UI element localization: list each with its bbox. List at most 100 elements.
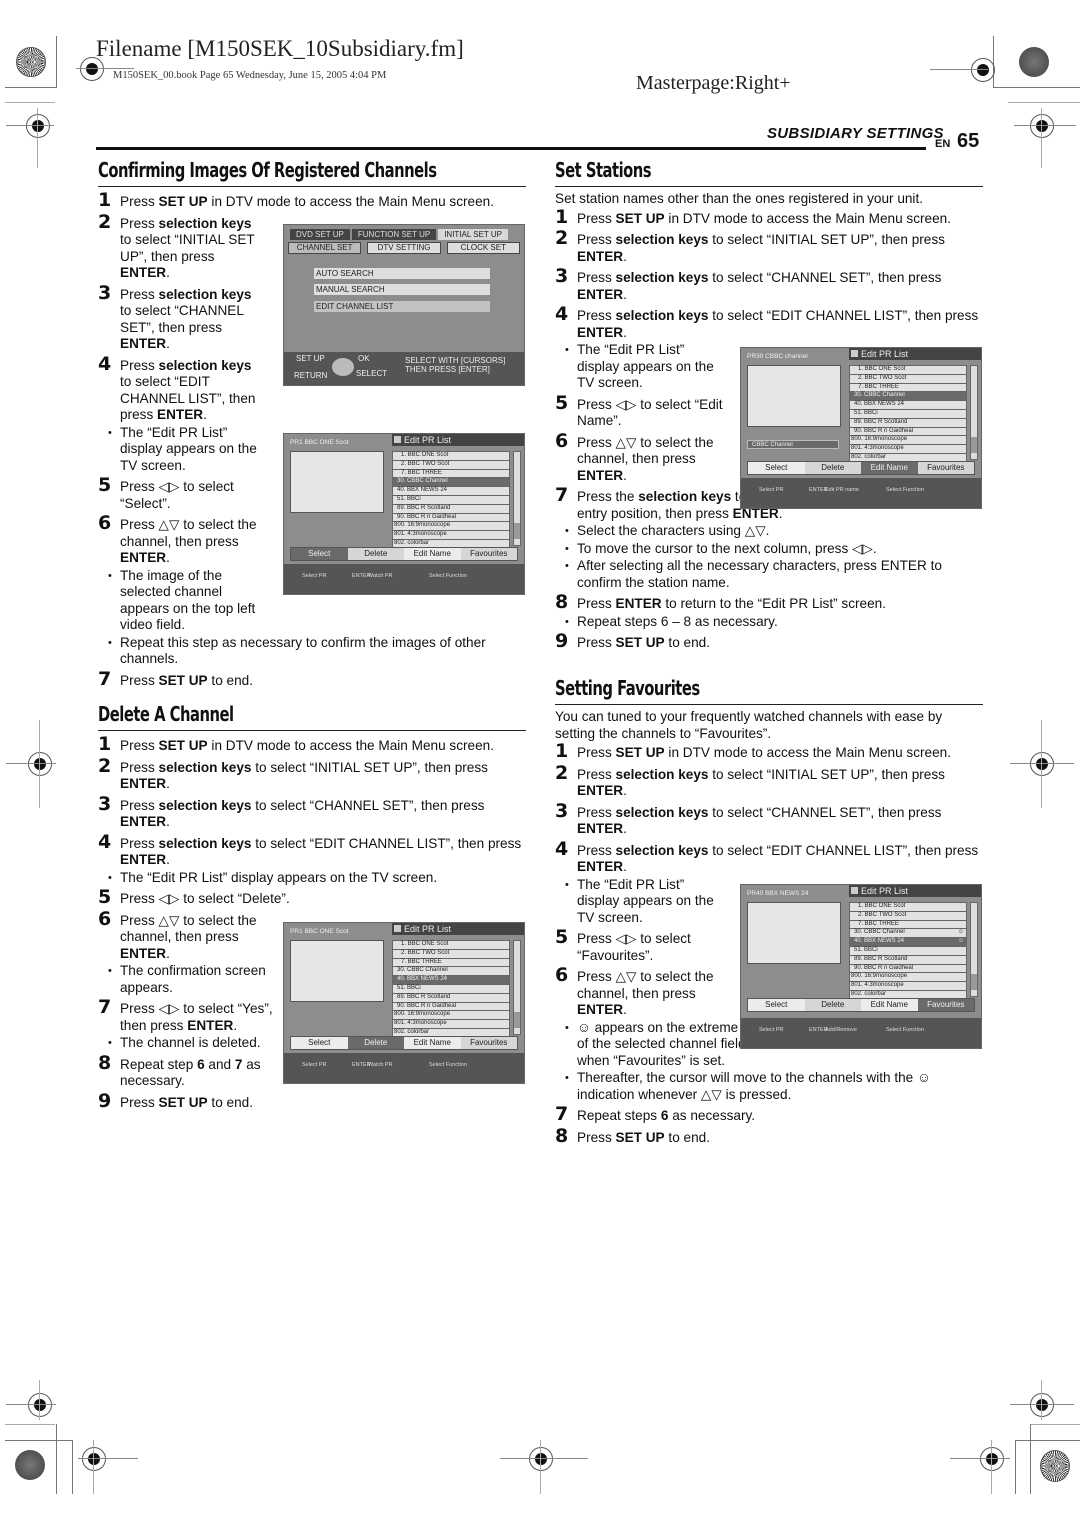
edit-name-button[interactable]: Edit Name bbox=[404, 548, 461, 560]
step-item: 4 Press selection keys to select “EDIT CH… bbox=[555, 837, 979, 874]
tab-initial-setup[interactable]: INITIAL SET UP bbox=[438, 229, 508, 240]
crop-line bbox=[76, 68, 134, 69]
channel-row[interactable]: 89. BBC R Scotland bbox=[392, 993, 510, 1003]
footer-hint: Add/Remove bbox=[825, 1027, 857, 1033]
crop-line bbox=[1041, 108, 1042, 168]
channel-row[interactable]: 7. BBC THREE bbox=[392, 958, 510, 968]
bullet-item: To move the cursor to the next column, p… bbox=[555, 541, 983, 558]
registration-mark-icon bbox=[980, 1447, 1004, 1471]
starburst-mark-icon bbox=[16, 47, 46, 77]
menu-item-edit-channel-list[interactable]: EDIT CHANNEL LIST bbox=[314, 301, 490, 312]
channel-row[interactable]: 89. BBC R Scotland bbox=[849, 418, 967, 428]
channel-row[interactable]: 89. BBC R Scotland bbox=[392, 504, 510, 514]
channel-row[interactable]: 7. BBC THREE bbox=[849, 383, 967, 393]
list-scrollbar[interactable] bbox=[513, 940, 521, 1035]
favourites-button[interactable]: Favourites bbox=[917, 999, 974, 1011]
channel-row[interactable]: 7. BBC THREE bbox=[392, 469, 510, 479]
channel-row[interactable]: 90. BBC R n Gaidheal bbox=[849, 964, 967, 974]
channel-row[interactable]: 800. 16:9monoscope bbox=[392, 522, 510, 532]
step-item: 8 Repeat step 6 and 7 as necessary. bbox=[98, 1051, 261, 1088]
bullet-item: The “Edit PR List” display appears on th… bbox=[555, 342, 725, 392]
crop-line bbox=[6, 125, 54, 126]
registration-mark-icon bbox=[28, 752, 52, 776]
channel-row[interactable]: 90. BBC R n Gaidheal bbox=[392, 1002, 510, 1012]
channel-row[interactable]: 30. CBBC Channel bbox=[392, 967, 510, 977]
heading-rule bbox=[555, 186, 983, 187]
channel-row[interactable]: 1. BBC ONE Scot bbox=[392, 451, 510, 461]
channel-row[interactable]: 40. BBX NEWS 24 bbox=[392, 487, 510, 496]
select-button[interactable]: Select bbox=[748, 999, 805, 1011]
edit-name-button[interactable]: Edit Name bbox=[404, 1037, 461, 1049]
favourites-button[interactable]: Favourites bbox=[460, 548, 517, 560]
channel-row[interactable]: 2. BBC TWO Scot bbox=[392, 460, 510, 470]
channel-row[interactable]: 801. 4:3monoscope bbox=[849, 445, 967, 454]
channel-row[interactable]: 800. 16:9monoscope bbox=[849, 973, 967, 983]
heading-rule bbox=[98, 730, 526, 731]
subtab-dtv-setting[interactable]: DTV SETTING bbox=[367, 242, 441, 254]
channel-row[interactable]: 801. 4:3monoscope bbox=[849, 982, 967, 991]
channel-row-selected[interactable]: 30. CBBC Channel bbox=[392, 478, 510, 488]
channel-row[interactable]: 7. BBC THREE bbox=[849, 920, 967, 930]
channel-row[interactable]: 51. BBCi bbox=[849, 946, 967, 956]
channel-row[interactable]: 51. BBCi bbox=[849, 409, 967, 419]
edit-name-button[interactable]: Edit Name bbox=[861, 462, 918, 474]
tab-function-setup[interactable]: FUNCTION SET UP bbox=[351, 229, 437, 240]
channel-row[interactable]: 2. BBC TWO Scot bbox=[849, 911, 967, 921]
channel-row[interactable]: 801. 4:3monoscope bbox=[392, 531, 510, 540]
edit-pr-list-screen-favourites: PR40 BBX NEWS 24 Edit PR List 1. BBC ONE… bbox=[740, 884, 982, 1049]
menu-item-manual-search[interactable]: MANUAL SEARCH bbox=[314, 284, 490, 295]
step-item: 1 Press SET UP in DTV mode to access the … bbox=[98, 733, 494, 755]
channel-row[interactable]: 800. 16:9monoscope bbox=[392, 1011, 510, 1021]
list-scrollbar[interactable] bbox=[513, 451, 521, 546]
select-button[interactable]: Select bbox=[291, 1037, 348, 1049]
channel-row[interactable]: 90. BBC R n Gaidheal bbox=[392, 513, 510, 523]
registration-mark-icon bbox=[28, 1393, 52, 1417]
delete-button[interactable]: Delete bbox=[347, 1037, 404, 1049]
setup-label: SET UP bbox=[296, 354, 325, 363]
select-button[interactable]: Select bbox=[748, 462, 805, 474]
channel-row[interactable]: 1. BBC ONE Scot bbox=[849, 902, 967, 912]
list-scrollbar[interactable] bbox=[970, 902, 978, 997]
edit-pr-list-title: Edit PR List bbox=[849, 885, 981, 897]
channel-row[interactable]: 801. 4:3monoscope bbox=[392, 1020, 510, 1029]
channel-row[interactable]: 2. BBC TWO Scot bbox=[849, 374, 967, 384]
step-item: 6 Press △▽ to select the channel, then pr… bbox=[98, 907, 257, 961]
step-item: 7 Press SET UP to end. bbox=[98, 667, 253, 690]
delete-button[interactable]: Delete bbox=[347, 548, 404, 560]
tab-dvd-setup[interactable]: DVD SET UP bbox=[290, 229, 350, 240]
channel-row[interactable]: 90. BBC R n Gaidheal bbox=[849, 427, 967, 437]
channel-row[interactable]: 51. BBCi bbox=[392, 984, 510, 994]
channel-row[interactable]: 1. BBC ONE Scot bbox=[392, 940, 510, 950]
channel-row[interactable]: 800. 16:9monoscope bbox=[849, 436, 967, 446]
step-item: 2 Press selection keys to select “INITIAL… bbox=[98, 754, 488, 791]
edit-name-button[interactable]: Edit Name bbox=[861, 999, 918, 1011]
channel-row[interactable]: 1. BBC ONE Scot bbox=[849, 365, 967, 375]
section-heading: Confirming Images Of Registered Channels bbox=[98, 158, 437, 182]
footer-hint: Select Function bbox=[886, 1027, 924, 1033]
channel-row[interactable]: 40. BBX NEWS 24 bbox=[849, 401, 967, 410]
channel-list: 1. BBC ONE Scot 2. BBC TWO Scot 7. BBC T… bbox=[392, 451, 510, 549]
channel-row-selected[interactable]: 40. BBX NEWS 24 ☺ bbox=[849, 938, 967, 947]
channel-row-selected[interactable]: 30. CBBC Channel bbox=[849, 392, 967, 402]
select-button[interactable]: Select bbox=[291, 548, 348, 560]
channel-row-selected[interactable]: 40. BBX NEWS 24 bbox=[392, 976, 510, 985]
channel-row[interactable]: 51. BBCi bbox=[392, 495, 510, 505]
registration-mark-icon bbox=[529, 1447, 553, 1471]
channel-row-favourite[interactable]: 30. CBBC Channel ☺ bbox=[849, 929, 967, 939]
footer-hint: Select Function bbox=[886, 487, 924, 493]
delete-button[interactable]: Delete bbox=[804, 999, 861, 1011]
channel-row[interactable]: 89. BBC R Scotland bbox=[849, 955, 967, 965]
channel-row[interactable]: 2. BBC TWO Scot bbox=[392, 949, 510, 959]
step-item: 2 Press selection keys to select “INITIAL… bbox=[555, 227, 945, 264]
crop-line bbox=[1010, 763, 1074, 764]
favourites-button[interactable]: Favourites bbox=[460, 1037, 517, 1049]
menu-item-auto-search[interactable]: AUTO SEARCH bbox=[314, 268, 490, 279]
delete-button[interactable]: Delete bbox=[804, 462, 861, 474]
channel-name-input[interactable]: CBBC Channel bbox=[747, 440, 839, 449]
subtab-channel-set[interactable]: CHANNEL SET bbox=[288, 242, 362, 254]
subtab-clock-set[interactable]: CLOCK SET bbox=[446, 242, 520, 254]
crop-line bbox=[5, 1440, 72, 1441]
crop-line bbox=[78, 1458, 138, 1459]
list-scrollbar[interactable] bbox=[970, 365, 978, 460]
favourites-button[interactable]: Favourites bbox=[917, 462, 974, 474]
